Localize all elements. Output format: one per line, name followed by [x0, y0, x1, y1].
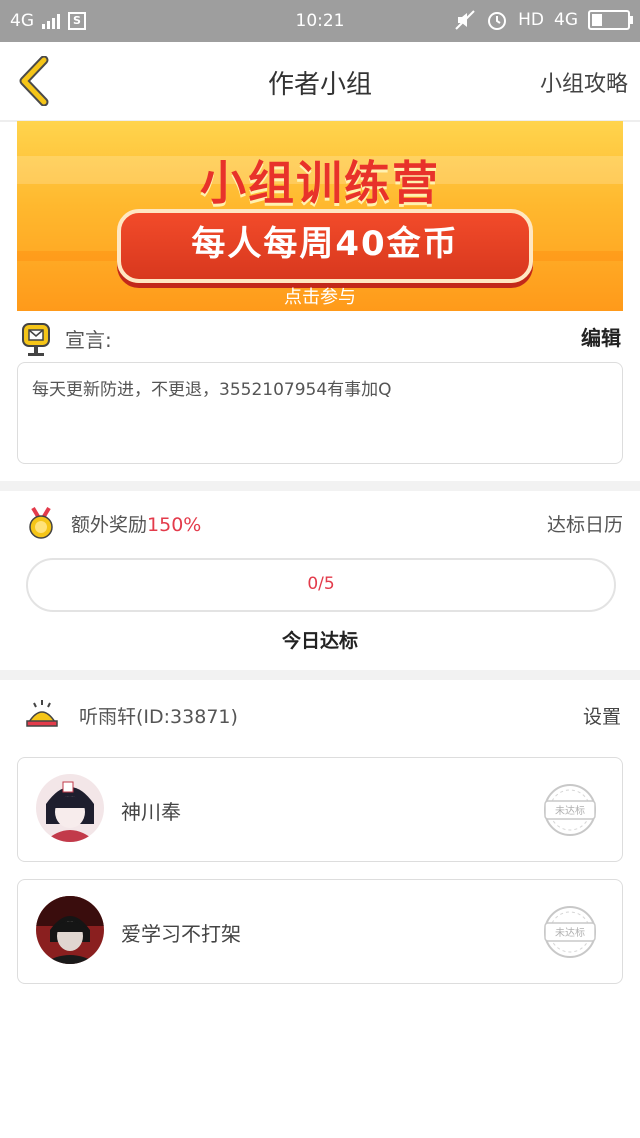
- network-type-right: 4G: [554, 10, 578, 30]
- battery-icon: [588, 10, 633, 30]
- member-card[interactable]: 爱学习不打架 未达标: [17, 879, 623, 984]
- mute-icon: [455, 10, 475, 30]
- training-camp-banner[interactable]: 小组训练营 每人每周40金币 点击参与: [17, 121, 623, 311]
- stamp-text: 未达标: [555, 927, 585, 939]
- bonus-label: 额外奖励150%: [71, 514, 202, 536]
- alarm-icon: [488, 12, 507, 30]
- stamp-text: 未达标: [555, 805, 585, 817]
- avatar: [36, 896, 104, 964]
- member-card[interactable]: 神川奉 未达标: [17, 757, 623, 862]
- weekly-progress-bar: 0/5: [26, 558, 616, 612]
- banner-subtitle: 每人每周40金币: [191, 224, 459, 264]
- banner-cta[interactable]: 点击参与: [17, 283, 623, 309]
- status-bar: 4G S 10:21 HD 4G: [0, 0, 640, 42]
- medal-icon: [29, 506, 53, 539]
- back-arrow-icon[interactable]: [14, 56, 54, 106]
- member-name: 神川奉: [121, 800, 181, 824]
- member-name: 爱学习不打架: [121, 922, 241, 946]
- settings-button[interactable]: 设置: [583, 702, 621, 729]
- declaration-label: 宣言:: [65, 328, 112, 352]
- not-achieved-stamp-icon: 未达标: [544, 784, 596, 836]
- group-guide-link[interactable]: 小组攻略: [540, 66, 628, 98]
- progress-text: 0/5: [307, 574, 335, 594]
- bonus-header: 额外奖励150% 达标日历: [17, 500, 623, 544]
- section-divider: [0, 481, 640, 491]
- declaration-text: 每天更新防进，不更退，3552107954有事加Q: [32, 380, 392, 400]
- group-name: 听雨轩(ID:33871): [79, 706, 238, 728]
- group-header: 听雨轩(ID:33871) 设置: [17, 694, 623, 734]
- calendar-link[interactable]: 达标日历: [547, 510, 623, 537]
- hd-indicator: HD: [518, 10, 544, 30]
- mailbox-icon: [22, 323, 50, 356]
- today-goal-button[interactable]: 今日达标: [0, 626, 640, 653]
- not-achieved-stamp-icon: 未达标: [544, 906, 596, 958]
- banner-title: 小组训练营: [200, 156, 440, 210]
- avatar: [36, 774, 104, 842]
- declaration-header: 宣言: 编辑: [17, 318, 623, 356]
- declaration-box: 每天更新防进，不更退，3552107954有事加Q: [17, 362, 623, 464]
- nav-bar: 作者小组 小组攻略: [0, 42, 640, 122]
- section-divider-2: [0, 670, 640, 680]
- edit-button[interactable]: 编辑: [581, 322, 621, 351]
- banner-subtitle-pill: 每人每周40金币: [117, 209, 533, 283]
- crown-icon: [26, 700, 58, 727]
- bonus-percent: 150%: [147, 514, 202, 536]
